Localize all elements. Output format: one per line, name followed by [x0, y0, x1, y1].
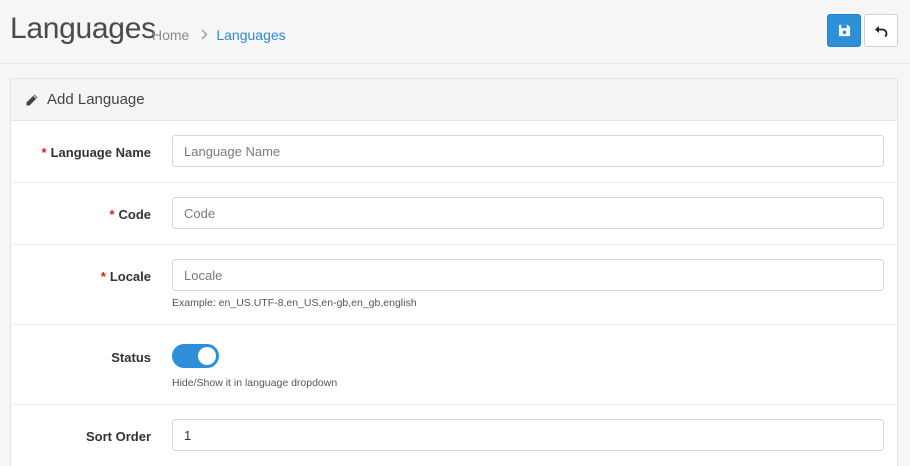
form-row-status: Status Hide/Show it in language dropdown: [11, 325, 899, 405]
sort-order-input[interactable]: [172, 419, 884, 451]
locale-label: * Locale: [100, 269, 151, 284]
status-toggle[interactable]: [172, 344, 219, 368]
language-name-input[interactable]: [172, 135, 884, 167]
breadcrumb: Home Languages: [152, 27, 286, 43]
status-help-text: Hide/Show it in language dropdown: [172, 377, 338, 389]
card-header: Add Language: [11, 79, 897, 121]
save-icon: [838, 24, 850, 37]
breadcrumb-home-link[interactable]: Home: [152, 27, 189, 43]
language-name-label: * Language Name: [41, 145, 151, 160]
toggle-knob: [198, 347, 216, 365]
locale-help-text: Example: en_US.UTF-8,en_US,en-gb,en_gb,e…: [172, 297, 417, 309]
code-label: * Code: [109, 207, 151, 222]
undo-back-icon: [875, 25, 888, 37]
form-row-code: * Code: [11, 183, 899, 245]
chevron-right-icon: [201, 29, 208, 39]
required-mark: *: [109, 207, 115, 222]
breadcrumb-current-link[interactable]: Languages: [216, 27, 285, 43]
save-button[interactable]: [827, 14, 861, 47]
form-row-sort-order: Sort Order: [11, 405, 899, 466]
code-input[interactable]: [172, 197, 884, 229]
form-row-language-name: * Language Name: [11, 121, 899, 183]
card-title: Add Language: [47, 91, 145, 108]
status-label: Status: [111, 350, 151, 365]
required-mark: *: [100, 269, 106, 284]
page-header: Languages Home Languages: [0, 0, 910, 64]
form-row-locale: *Locale Example: en_US.UTF-8,en_US,en-gb…: [11, 245, 899, 325]
sort-order-label: Sort Order: [85, 429, 151, 444]
breadcrumb-separator: [201, 28, 208, 43]
pencil-icon: [26, 94, 38, 105]
required-mark: *: [41, 145, 47, 160]
add-language-card: Add Language *Language Name *Code *Local…: [10, 78, 899, 466]
back-button[interactable]: [864, 14, 898, 47]
page-title: Languages: [10, 12, 156, 45]
locale-input[interactable]: [172, 259, 884, 291]
